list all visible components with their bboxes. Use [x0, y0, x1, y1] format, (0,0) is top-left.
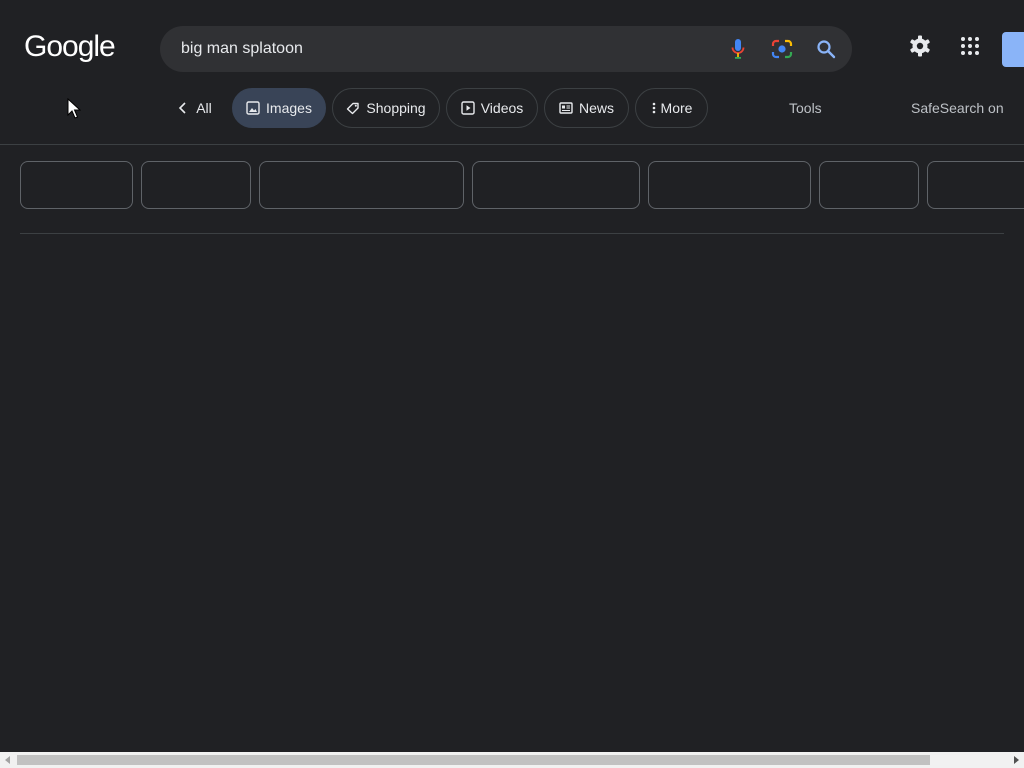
filter-chip[interactable] — [20, 161, 133, 209]
filter-chip[interactable] — [819, 161, 919, 209]
filter-chip[interactable] — [259, 161, 464, 209]
google-images-results-page: Google big man splatoon All Images Shopp… — [0, 0, 1024, 768]
google-logo[interactable]: Google — [24, 32, 116, 62]
scroll-right-arrow-icon[interactable] — [1008, 752, 1024, 768]
tab-images[interactable]: Images — [232, 88, 326, 128]
search-input[interactable] — [181, 40, 726, 58]
mouse-pointer-icon — [67, 97, 82, 120]
tab-images-label: Images — [266, 100, 312, 116]
tab-shopping[interactable]: Shopping — [332, 88, 440, 128]
tab-all[interactable]: All — [170, 88, 218, 128]
search-icon[interactable] — [814, 37, 838, 61]
gear-icon — [908, 34, 932, 63]
header-divider — [0, 144, 1024, 145]
google-apps-button[interactable] — [958, 36, 982, 60]
scroll-left-arrow-icon[interactable] — [0, 752, 16, 768]
tools-button[interactable]: Tools — [789, 88, 822, 128]
sign-in-button[interactable] — [1002, 32, 1024, 67]
scrollbar-thumb[interactable] — [17, 755, 930, 765]
search-actions — [726, 37, 838, 61]
tab-news[interactable]: News — [544, 88, 629, 128]
filter-chip[interactable] — [648, 161, 811, 209]
chips-divider — [20, 233, 1004, 234]
news-icon — [559, 101, 573, 115]
image-icon — [246, 101, 260, 115]
filter-chip[interactable] — [141, 161, 251, 209]
tab-more[interactable]: More — [635, 88, 708, 128]
tab-news-label: News — [578, 100, 614, 116]
horizontal-scrollbar[interactable] — [0, 752, 1024, 768]
microphone-icon[interactable] — [726, 37, 750, 61]
search-box[interactable] — [160, 26, 852, 72]
tab-more-label: More — [660, 100, 693, 116]
tag-icon — [346, 101, 360, 115]
settings-button[interactable] — [908, 34, 932, 63]
tab-videos-label: Videos — [480, 100, 524, 116]
filter-chip[interactable] — [927, 161, 1024, 209]
safesearch-button[interactable]: SafeSearch on — [911, 88, 1004, 128]
play-video-icon — [461, 101, 475, 115]
google-lens-icon[interactable] — [770, 37, 794, 61]
search-tabs: All Images Shopping Videos News More Too… — [0, 88, 1024, 128]
tab-shopping-label: Shopping — [366, 100, 426, 116]
more-vertical-icon — [651, 101, 657, 115]
tab-all-label: All — [196, 100, 212, 116]
chevron-left-icon — [176, 101, 190, 115]
filter-chip[interactable] — [472, 161, 640, 209]
tab-videos[interactable]: Videos — [446, 88, 538, 128]
apps-grid-icon — [960, 36, 980, 61]
